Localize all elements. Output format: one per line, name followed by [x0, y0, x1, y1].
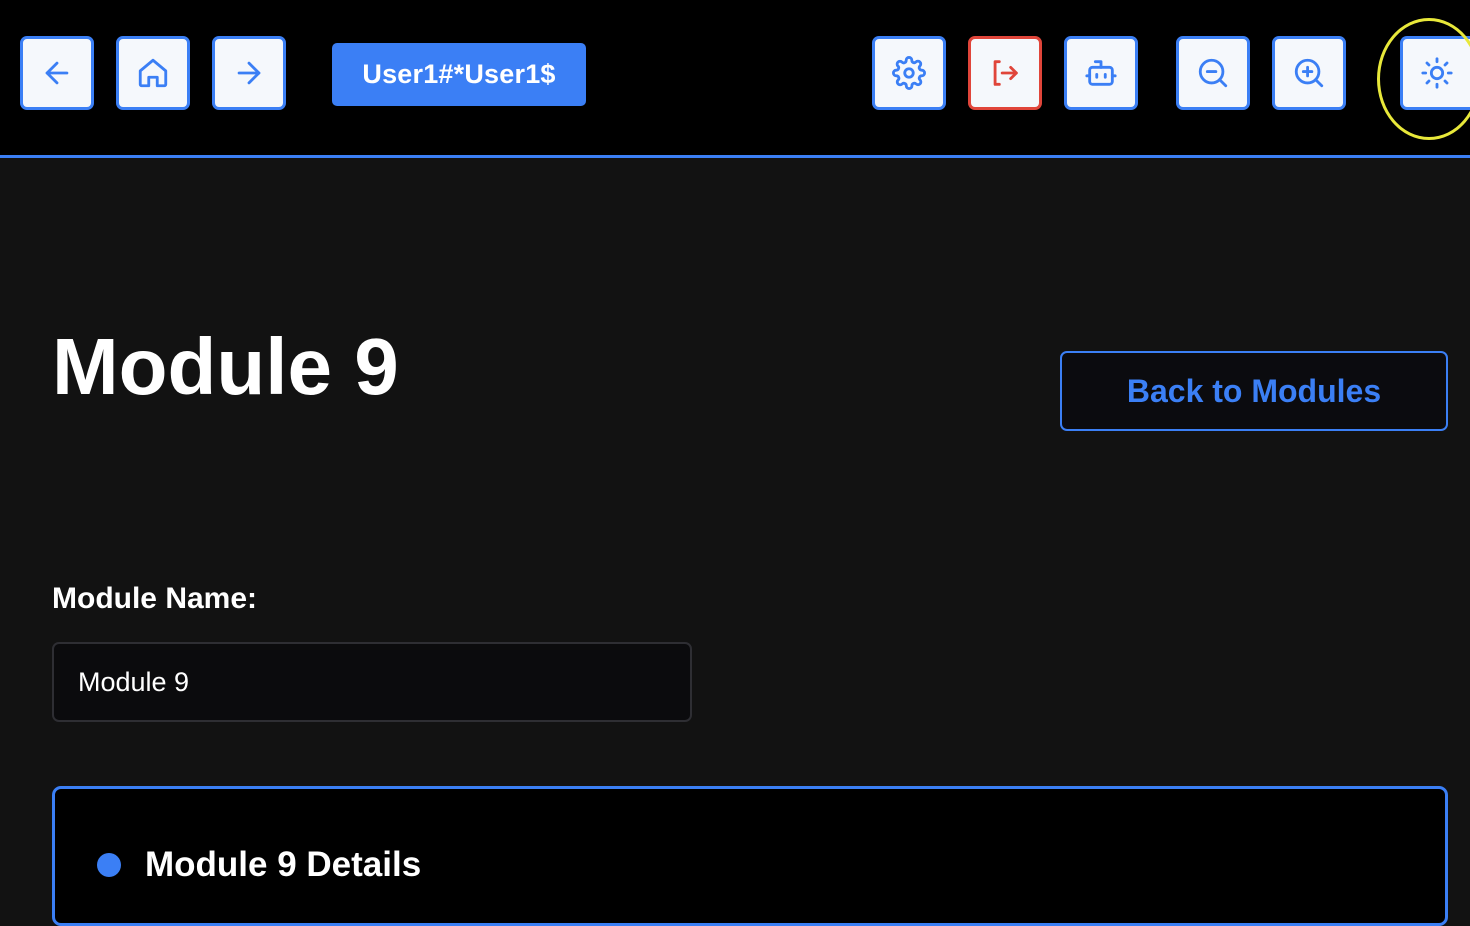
- page-title: Module 9: [52, 322, 399, 411]
- logout-button[interactable]: [968, 36, 1042, 110]
- zoom-in-icon: [1294, 58, 1324, 88]
- module-name-input[interactable]: [52, 642, 692, 722]
- module-details-card: Module 9 Details: [52, 786, 1448, 926]
- home-button[interactable]: [116, 36, 190, 110]
- zoom-in-button[interactable]: [1272, 36, 1346, 110]
- zoom-out-icon: [1198, 58, 1228, 88]
- gear-icon: [892, 56, 926, 90]
- user-badge[interactable]: User1#*User1$: [332, 43, 586, 106]
- arrow-right-icon: [237, 61, 261, 85]
- bullet-dot-icon: [97, 853, 121, 877]
- zoom-out-button[interactable]: [1176, 36, 1250, 110]
- sun-icon: [1420, 57, 1453, 89]
- details-title: Module 9 Details: [145, 845, 422, 884]
- settings-button[interactable]: [872, 36, 946, 110]
- back-to-modules-button[interactable]: Back to Modules: [1060, 351, 1448, 431]
- back-button[interactable]: [20, 36, 94, 110]
- top-toolbar: User1#*User1$: [0, 0, 1470, 158]
- arrow-left-icon: [45, 61, 69, 85]
- robot-icon: [1085, 60, 1117, 86]
- home-icon: [138, 58, 168, 88]
- theme-toggle-button[interactable]: [1400, 36, 1470, 110]
- assistant-button[interactable]: [1064, 36, 1138, 110]
- module-name-label: Module Name:: [52, 582, 258, 615]
- logout-icon: [993, 60, 1018, 86]
- forward-button[interactable]: [212, 36, 286, 110]
